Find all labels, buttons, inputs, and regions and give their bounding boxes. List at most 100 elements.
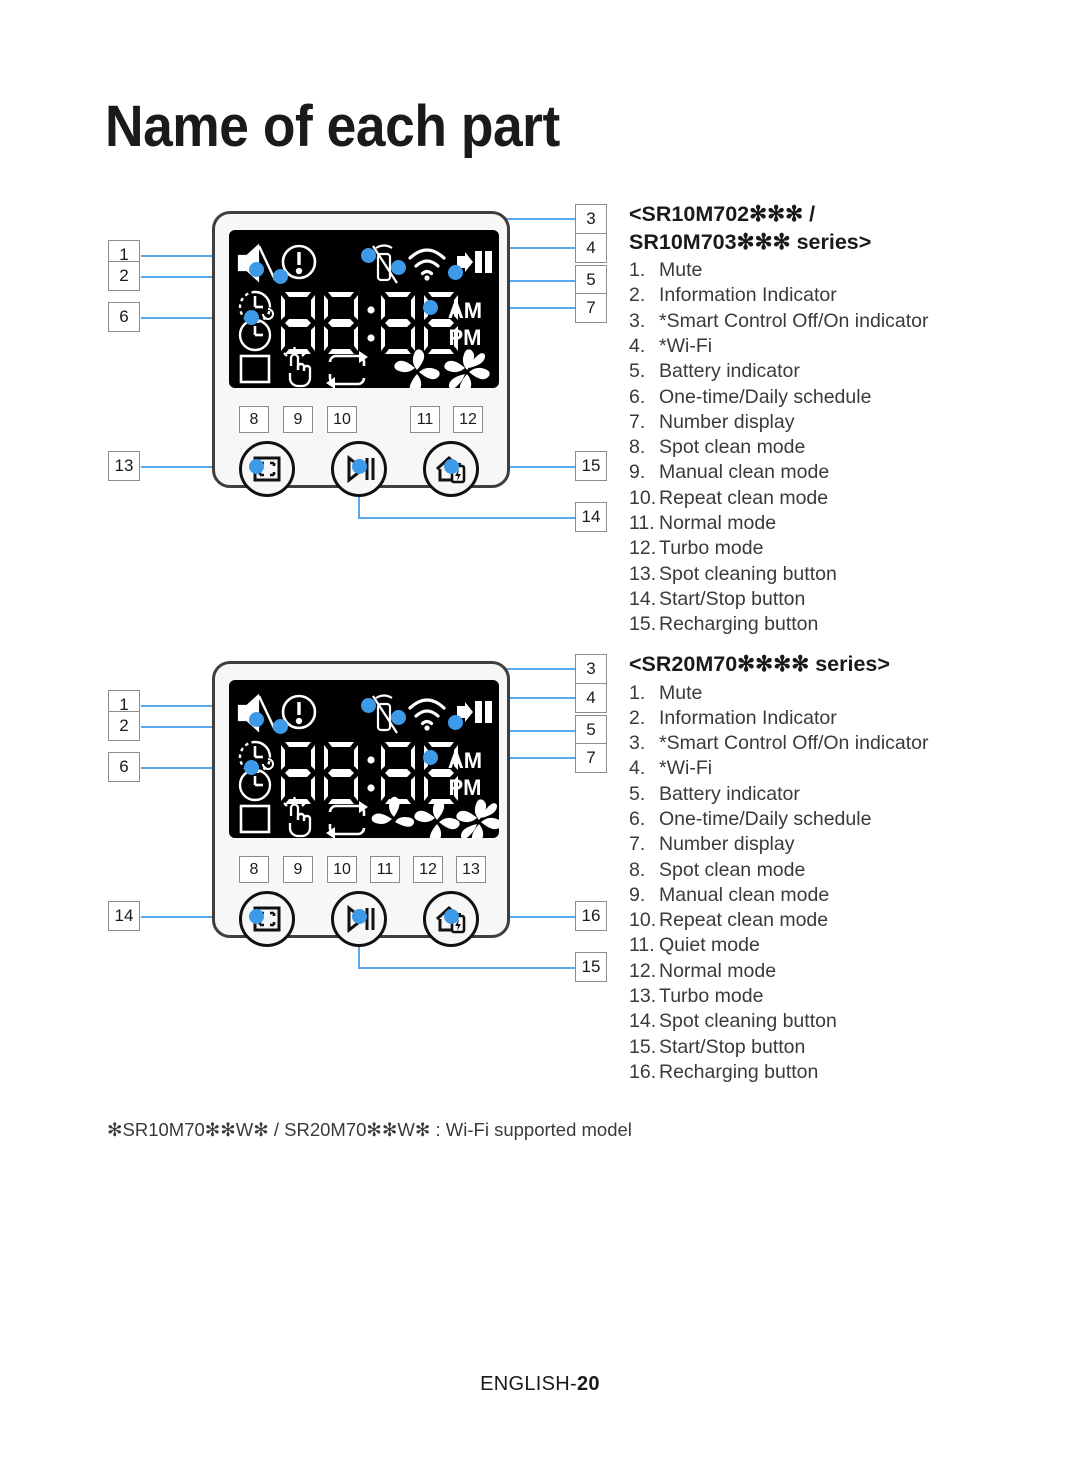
pm-label: PM bbox=[449, 775, 482, 800]
legend-item: 11. Normal mode bbox=[629, 512, 777, 534]
callout-dot bbox=[391, 260, 406, 275]
callout-dot bbox=[249, 262, 264, 277]
callout-dot bbox=[352, 459, 367, 474]
callout-7: 7 bbox=[575, 743, 607, 773]
callout-5: 5 bbox=[575, 715, 607, 745]
legend-item: 13. Turbo mode bbox=[629, 985, 764, 1008]
callout-dot bbox=[444, 909, 459, 924]
callout-dot bbox=[448, 715, 463, 730]
legend-item: 10. Repeat clean mode bbox=[629, 486, 829, 509]
turbo-fan-icon bbox=[456, 799, 499, 838]
page-title: Name of each part bbox=[105, 94, 560, 159]
legend-item: 8. Spot clean mode bbox=[629, 858, 806, 881]
legend-list: 1. Mute 2. Information Indicator 3. *Smart … bbox=[629, 258, 979, 637]
legend-item: 9. Manual clean mode bbox=[629, 883, 830, 906]
callout-9: 9 bbox=[283, 406, 313, 433]
callout-dot bbox=[249, 712, 264, 727]
callout-9: 9 bbox=[283, 856, 313, 883]
callout-dot bbox=[273, 719, 288, 734]
callout-dot bbox=[423, 750, 438, 765]
legend-item: 3. *Smart Control Off/On indicator bbox=[629, 732, 929, 755]
callout-14: 14 bbox=[575, 502, 607, 532]
legend-item: 15. Start/Stop button bbox=[629, 1035, 806, 1058]
callout-12: 12 bbox=[453, 406, 483, 433]
spot-cleaning-button[interactable] bbox=[239, 891, 295, 947]
callout-dot bbox=[448, 265, 463, 280]
callout-3: 3 bbox=[575, 204, 607, 234]
callout-dot bbox=[423, 300, 438, 315]
legend-item: 1. Mute bbox=[629, 259, 703, 282]
legend-heading: <SR20M70✻✻✻✻ series> bbox=[629, 652, 890, 676]
legend-item: 2. Information Indicator bbox=[629, 284, 837, 307]
callout-10: 10 bbox=[327, 406, 357, 433]
callout-11: 11 bbox=[370, 856, 400, 883]
legend-item: 15. Recharging button bbox=[629, 613, 819, 636]
footer-page-number: 20 bbox=[577, 1373, 600, 1395]
callout-5: 5 bbox=[575, 265, 607, 295]
callout-11: 11 bbox=[410, 406, 440, 433]
callout-dot bbox=[244, 310, 259, 325]
daily-schedule-icon bbox=[238, 768, 272, 802]
legend-item: 14. Start/Stop button bbox=[629, 587, 806, 610]
legend-item: 13. Spot cleaning button bbox=[629, 562, 837, 585]
leader-line bbox=[358, 967, 575, 970]
callout-dot bbox=[391, 710, 406, 725]
callout-10: 10 bbox=[327, 856, 357, 883]
legend-item: 16. Recharging button bbox=[629, 1060, 819, 1083]
legend-item: 3. *Smart Control Off/On indicator bbox=[629, 309, 929, 332]
legend-item: 6. One-time/Daily schedule bbox=[629, 385, 872, 408]
callout-2: 2 bbox=[108, 261, 140, 291]
repeat-clean-icon bbox=[326, 801, 368, 838]
spot-clean-icon bbox=[239, 804, 271, 834]
legend-item: 14. Spot cleaning button bbox=[629, 1010, 837, 1033]
legend-item: 4. *Wi-Fi bbox=[629, 334, 713, 357]
repeat-clean-icon bbox=[326, 351, 368, 388]
callout-dot bbox=[444, 459, 459, 474]
am-label: AM bbox=[448, 298, 482, 323]
callout-6: 6 bbox=[108, 302, 140, 332]
leader-line bbox=[358, 517, 575, 520]
am-label: AM bbox=[448, 748, 482, 773]
legend-item: 7. Number display bbox=[629, 833, 795, 856]
callout-dot bbox=[273, 269, 288, 284]
legend-item: 12. Normal mode bbox=[629, 959, 777, 982]
callout-14: 14 bbox=[108, 901, 140, 931]
legend-item: 1. Mute bbox=[629, 681, 703, 704]
normal-fan-icon bbox=[414, 799, 460, 838]
callout-dot bbox=[249, 459, 264, 474]
callout-8: 8 bbox=[239, 856, 269, 883]
callout-dot bbox=[361, 248, 376, 263]
callout-2: 2 bbox=[108, 711, 140, 741]
callout-15: 15 bbox=[575, 952, 607, 982]
callout-dot bbox=[352, 909, 367, 924]
normal-fan-icon bbox=[394, 349, 440, 388]
callout-13: 13 bbox=[108, 451, 140, 481]
legend-item: 5. Battery indicator bbox=[629, 782, 800, 805]
page-footer: ENGLISH-20 bbox=[0, 1373, 1080, 1396]
callout-8: 8 bbox=[239, 406, 269, 433]
legend-item: 7. Number display bbox=[629, 410, 795, 433]
spot-cleaning-button[interactable] bbox=[239, 441, 295, 497]
legend-item: 4. *Wi-Fi bbox=[629, 757, 713, 780]
callout-15: 15 bbox=[575, 451, 607, 481]
callout-16: 16 bbox=[575, 901, 607, 931]
pm-label: PM bbox=[449, 325, 482, 350]
callout-4: 4 bbox=[575, 233, 607, 263]
legend-list: 1. Mute 2. Information Indicator 3. *Smart … bbox=[629, 681, 979, 1086]
legend-item: 9. Manual clean mode bbox=[629, 461, 830, 484]
legend-item: 8. Spot clean mode bbox=[629, 436, 806, 459]
wifi-icon bbox=[408, 248, 446, 281]
legend-item: 6. One-time/Daily schedule bbox=[629, 808, 872, 830]
callout-7: 7 bbox=[575, 293, 607, 323]
manual-page: Name of each part 1 2 6 3 4 5 7 AM PM 8 … bbox=[0, 0, 1080, 1479]
callout-12: 12 bbox=[413, 856, 443, 883]
information-icon bbox=[281, 694, 317, 730]
callout-13: 13 bbox=[456, 856, 486, 883]
turbo-fan-icon bbox=[444, 349, 490, 388]
daily-schedule-icon bbox=[238, 318, 272, 352]
callout-dot bbox=[249, 909, 264, 924]
legend-sr10m70: <SR10M702✻✻✻ / SR10M703✻✻✻ series> 1. Mut… bbox=[629, 201, 979, 637]
information-icon bbox=[281, 244, 317, 280]
callout-3: 3 bbox=[575, 654, 607, 684]
legend-item: 12. Turbo mode bbox=[629, 537, 764, 560]
